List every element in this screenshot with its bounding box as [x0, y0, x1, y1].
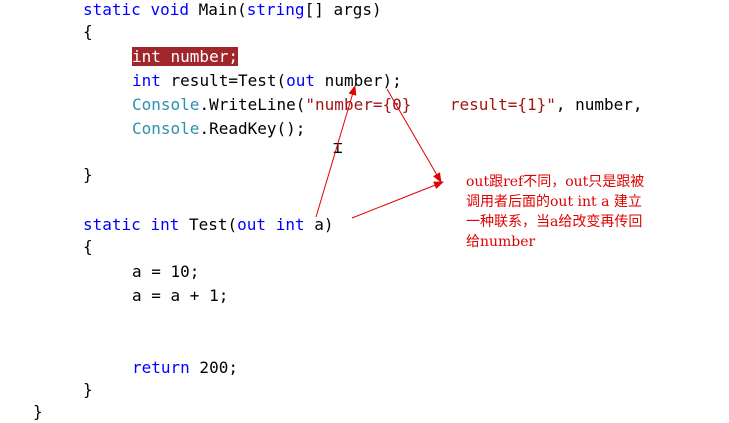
annotation-text: out跟ref不同，out只是跟被 调用者后面的out int a 建立 一种联… [466, 174, 645, 250]
arrow-from-param [351, 181, 444, 219]
arrow-to-annotation [386, 88, 442, 183]
arrow-to-out-arg [315, 85, 357, 218]
